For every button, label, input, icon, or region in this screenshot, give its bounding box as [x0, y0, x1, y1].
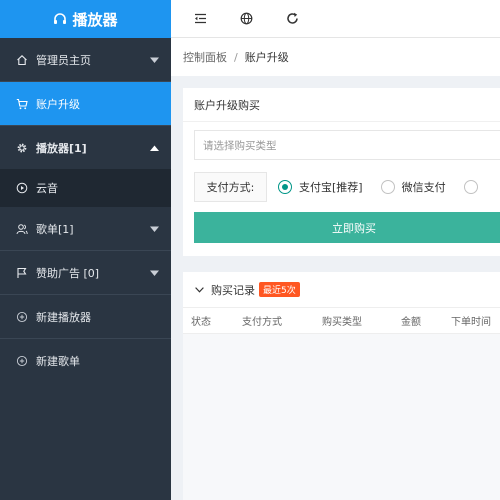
purchase-card-title: 账户升级购买	[183, 88, 500, 122]
column-header-amount: 金额	[401, 317, 421, 328]
column-header-payment-method: 支付方式	[242, 317, 282, 328]
caret-up-icon	[150, 141, 159, 154]
flag-icon	[16, 267, 28, 279]
app-title: 播放器	[72, 10, 118, 29]
payment-radio-wechat[interactable]: 微信支付	[380, 179, 446, 195]
refresh-icon[interactable]	[285, 12, 299, 26]
radio-unchecked-icon	[380, 180, 395, 194]
play-circle-icon	[16, 182, 28, 194]
sidebar-item-label: 云音	[36, 182, 58, 195]
column-header-order-time: 下单时间	[451, 317, 491, 328]
sidebar-item-label: 新建歌单	[36, 354, 80, 368]
records-header[interactable]: 购买记录 最近5次	[183, 272, 500, 308]
sidebar-item-admin-home[interactable]: 管理员主页	[0, 38, 171, 81]
records-badge: 最近5次	[259, 282, 300, 297]
cart-icon	[16, 98, 28, 110]
purchase-card: 账户升级购买 请选择购买类型 支付方式: 支付宝[推荐] 微信支付 立即购买	[183, 88, 500, 256]
sidebar-item-new-playlist[interactable]: 新建歌单	[0, 339, 171, 382]
caret-down-icon	[150, 266, 159, 279]
sidebar-item-account-upgrade[interactable]: 账户升级	[0, 82, 171, 125]
purchase-type-select[interactable]: 请选择购买类型	[194, 130, 500, 160]
caret-down-icon	[150, 222, 159, 235]
sidebar-item-label: 赞助广告 [0]	[36, 266, 100, 280]
sidebar-item-label: 歌单[1]	[36, 222, 74, 236]
headphones-icon	[53, 12, 67, 26]
gear-icon	[16, 142, 28, 154]
sidebar: 播放器 管理员主页 账户升级 播放器[1] 云音 歌单[1] 赞助广告 [0] …	[0, 0, 171, 500]
payment-radio-other[interactable]	[463, 180, 485, 194]
select-placeholder: 请选择购买类型	[203, 139, 277, 152]
payment-method-row: 支付方式: 支付宝[推荐] 微信支付	[194, 172, 500, 202]
breadcrumb-current: 账户升级	[244, 51, 289, 64]
sidebar-item-new-player[interactable]: 新建播放器	[0, 295, 171, 338]
payment-radio-alipay[interactable]: 支付宝[推荐]	[278, 179, 363, 195]
column-header-status: 状态	[191, 317, 211, 328]
home-icon	[16, 54, 28, 66]
breadcrumb-separator: /	[234, 50, 238, 64]
payment-method-label: 支付方式:	[194, 172, 267, 202]
app-logo[interactable]: 播放器	[0, 0, 171, 38]
sidebar-item-label: 新建播放器	[36, 310, 91, 324]
breadcrumb: 控制面板 / 账户升级	[171, 38, 500, 76]
radio-checked-icon	[278, 180, 292, 194]
records-title: 购买记录	[211, 283, 255, 297]
sidebar-item-label: 账户升级	[36, 97, 80, 111]
top-toolbar	[171, 0, 500, 38]
records-table-header: 状态 支付方式 购买类型 金额 下单时间	[183, 308, 500, 334]
menu-fold-icon[interactable]	[193, 12, 207, 26]
sidebar-item-label: 管理员主页	[36, 53, 91, 67]
globe-icon[interactable]	[239, 12, 253, 26]
radio-label: 支付宝[推荐]	[299, 181, 363, 194]
add-circle-icon	[16, 355, 28, 367]
sidebar-item-sponsor-ads[interactable]: 赞助广告 [0]	[0, 251, 171, 294]
chevron-down-icon	[195, 286, 204, 293]
add-circle-icon	[16, 311, 28, 323]
sidebar-item-playlist[interactable]: 歌单[1]	[0, 207, 171, 250]
radio-label: 微信支付	[401, 181, 446, 194]
sidebar-item-label: 播放器[1]	[36, 141, 87, 155]
sidebar-item-player[interactable]: 播放器[1]	[0, 126, 171, 169]
user-group-icon	[16, 223, 28, 235]
radio-unchecked-icon	[463, 180, 478, 194]
purchase-records-card: 购买记录 最近5次 状态 支付方式 购买类型 金额 下单时间	[183, 272, 500, 500]
breadcrumb-root[interactable]: 控制面板	[183, 49, 227, 65]
sidebar-subitem-yunyin[interactable]: 云音	[0, 169, 171, 207]
caret-down-icon	[150, 53, 159, 66]
column-header-purchase-type: 购买类型	[322, 317, 362, 328]
buy-now-button[interactable]: 立即购买	[194, 212, 500, 243]
